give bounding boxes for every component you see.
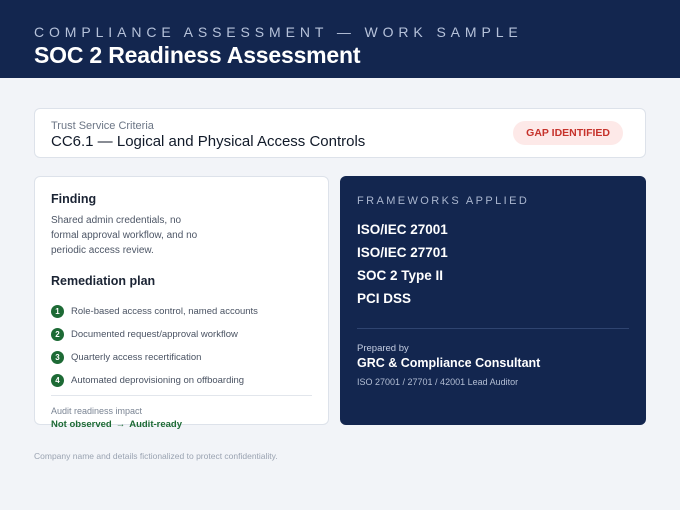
step-number-badge: 3	[51, 351, 64, 364]
remediation-step: 3 Quarterly access recertification	[51, 346, 258, 369]
finding-card: Finding Shared admin credentials, no for…	[34, 176, 329, 430]
confidentiality-footnote: Company name and details fictionalized t…	[34, 451, 278, 461]
arrow-right-icon: →	[115, 419, 126, 430]
frameworks-list: ISO/IEC 27001 ISO/IEC 27701 SOC 2 Type I…	[357, 218, 448, 310]
remediation-step: 4 Automated deprovisioning on offboardin…	[51, 369, 258, 392]
finding-heading: Finding	[51, 192, 97, 206]
framework-item: PCI DSS	[357, 291, 412, 306]
divider	[357, 328, 629, 329]
frameworks-heading: FRAMEWORKS APPLIED	[357, 195, 530, 207]
remediation-step: 2 Documented request/approval workflow	[51, 323, 258, 346]
step-text: Automated deprovisioning on offboarding	[71, 375, 245, 386]
status-badge: GAP IDENTIFIED	[513, 121, 623, 145]
impact-from: Not observed	[51, 419, 112, 430]
finding-text: Shared admin credentials, no formal appr…	[51, 215, 198, 256]
impact-to: Audit-ready	[129, 419, 183, 430]
remediation-heading: Remediation plan	[51, 274, 156, 288]
remediation-steps: 1 Role-based access control, named accou…	[51, 300, 258, 392]
criteria-label: Trust Service Criteria	[51, 120, 154, 132]
impact-label: Audit readiness impact	[51, 406, 143, 416]
step-number-badge: 2	[51, 328, 64, 341]
preparer-name: GRC & Compliance Consultant	[357, 356, 541, 370]
step-text: Documented request/approval workflow	[71, 329, 238, 340]
criteria-title: CC6.1 — Logical and Physical Access Cont…	[51, 133, 366, 150]
divider	[51, 395, 312, 396]
framework-item: ISO/IEC 27001	[357, 222, 448, 237]
step-text: Quarterly access recertification	[71, 352, 202, 363]
prepared-by-label: Prepared by	[357, 343, 409, 354]
impact-value: Not observed → Audit-ready	[51, 419, 182, 430]
frameworks-card: FRAMEWORKS APPLIED ISO/IEC 27001 ISO/IEC…	[340, 176, 646, 425]
page-title: SOC 2 Readiness Assessment	[34, 42, 361, 68]
step-number-badge: 1	[51, 305, 64, 318]
header-eyebrow: COMPLIANCE ASSESSMENT — WORK SAMPLE	[34, 24, 523, 40]
framework-item: SOC 2 Type II	[357, 268, 444, 283]
page-header: COMPLIANCE ASSESSMENT — WORK SAMPLE SOC …	[0, 0, 680, 78]
framework-item: ISO/IEC 27701	[357, 245, 448, 260]
step-text: Role-based access control, named account…	[71, 306, 258, 317]
step-number-badge: 4	[51, 374, 64, 387]
remediation-step: 1 Role-based access control, named accou…	[51, 300, 258, 323]
preparer-credentials: ISO 27001 / 27701 / 42001 Lead Auditor	[357, 377, 519, 387]
criteria-card: Trust Service Criteria CC6.1 — Logical a…	[34, 108, 646, 158]
